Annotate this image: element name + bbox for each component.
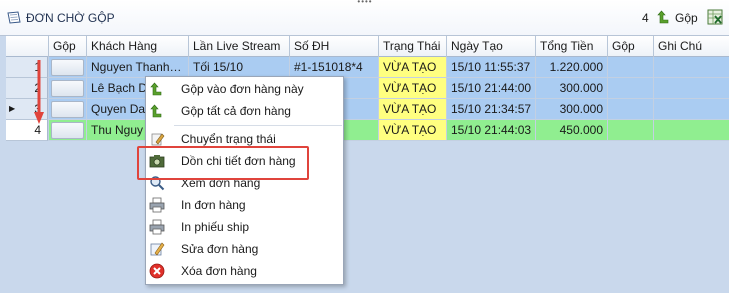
gop-checkbox[interactable] bbox=[51, 80, 84, 97]
order-count: 4 bbox=[642, 11, 649, 25]
col-header-status[interactable]: Trạng Thái bbox=[378, 36, 446, 57]
menu-item-label: Gộp vào đơn hàng này bbox=[181, 82, 304, 96]
table-row[interactable]: 2 Lê Bạch D 8*3 VỪA TẠO 15/10 21:44:00 3… bbox=[6, 78, 729, 99]
table-row[interactable]: ▶ 3 Quyen Da 8*6 VỪA TẠO 15/10 21:34:57 … bbox=[6, 99, 729, 120]
cell-gop-2 bbox=[607, 78, 653, 99]
cell-note bbox=[653, 78, 729, 99]
cell-date: 15/10 11:55:37 bbox=[446, 57, 535, 78]
table-row[interactable]: 4 Thu Nguy 8*12 VỪA TẠO 15/10 21:44:03 4… bbox=[6, 120, 729, 141]
grid-header: Gộp Khách Hàng Lần Live Stream Số ĐH Trạ… bbox=[6, 36, 729, 57]
context-menu: Gộp vào đơn hàng này Gộp tất cả đơn hàng… bbox=[145, 76, 344, 285]
cell-gop[interactable] bbox=[48, 78, 86, 99]
menu-item-label: Gộp tất cả đơn hàng bbox=[181, 104, 291, 118]
panel-title: ĐƠN CHỜ GỘP bbox=[26, 11, 115, 25]
edit-icon bbox=[150, 242, 165, 256]
cell-total: 450.000 bbox=[535, 120, 607, 141]
col-header-customer[interactable]: Khách Hàng bbox=[86, 36, 188, 57]
delete-icon bbox=[149, 263, 165, 279]
cell-note bbox=[653, 99, 729, 120]
cell-order-no: #1-151018*4 bbox=[289, 57, 378, 78]
menu-item-merge-all[interactable]: Gộp tất cả đơn hàng bbox=[146, 100, 343, 122]
col-header-live[interactable]: Lần Live Stream bbox=[188, 36, 289, 57]
menu-item-label: In đơn hàng bbox=[181, 198, 246, 212]
cell-gop[interactable] bbox=[48, 57, 86, 78]
current-row-indicator-icon: ▶ bbox=[9, 104, 16, 113]
menu-item-merge-into[interactable]: Gộp vào đơn hàng này bbox=[146, 78, 343, 100]
splitter-grip[interactable]: •••• bbox=[355, 0, 375, 6]
cell-gop-2 bbox=[607, 57, 653, 78]
cell-status: VỪA TẠO bbox=[378, 57, 446, 78]
orders-grid: Gộp Khách Hàng Lần Live Stream Số ĐH Trạ… bbox=[6, 36, 729, 293]
menu-item-label: In phiếu ship bbox=[181, 220, 250, 234]
panel-header: •••• ĐƠN CHỜ GỘP 4 Gộp bbox=[0, 0, 729, 36]
gop-checkbox[interactable] bbox=[51, 59, 84, 76]
cell-note bbox=[653, 120, 729, 141]
cell-status: VỪA TẠO bbox=[378, 120, 446, 141]
menu-item-label: Xóa đơn hàng bbox=[181, 264, 257, 278]
menu-item-delete-order[interactable]: Xóa đơn hàng bbox=[146, 260, 343, 282]
highlight-annotation bbox=[137, 146, 309, 180]
cell-total: 1.220.000 bbox=[535, 57, 607, 78]
cell-gop-2 bbox=[607, 99, 653, 120]
cell-total: 300.000 bbox=[535, 99, 607, 120]
printer-icon bbox=[149, 219, 165, 235]
cell-gop[interactable] bbox=[48, 99, 86, 120]
drag-arrow-annotation bbox=[34, 60, 44, 124]
col-header-gop-2[interactable]: Gộp bbox=[607, 36, 653, 57]
cell-live: Tối 15/10 bbox=[188, 57, 289, 78]
menu-item-label: Sửa đơn hàng bbox=[181, 242, 259, 256]
gop-checkbox[interactable] bbox=[51, 101, 84, 118]
col-header-total[interactable]: Tổng Tiền bbox=[535, 36, 607, 57]
menu-item-edit-order[interactable]: Sửa đơn hàng bbox=[146, 238, 343, 260]
col-header-note[interactable]: Ghi Chú bbox=[653, 36, 729, 57]
menu-separator bbox=[174, 125, 342, 126]
document-icon bbox=[7, 11, 21, 24]
cell-gop-2 bbox=[607, 120, 653, 141]
cell-customer: Nguyen Thanh… bbox=[86, 57, 188, 78]
cell-date: 15/10 21:44:03 bbox=[446, 120, 535, 141]
gop-checkbox[interactable] bbox=[51, 122, 84, 139]
merge-arrow-icon bbox=[150, 82, 162, 96]
excel-export-icon[interactable] bbox=[706, 8, 724, 26]
menu-item-print-ship[interactable]: In phiếu ship bbox=[146, 216, 343, 238]
table-row[interactable]: 1 Nguyen Thanh… Tối 15/10 #1-151018*4 VỪ… bbox=[6, 57, 729, 78]
merge-arrow-icon[interactable] bbox=[656, 9, 672, 25]
cell-status: VỪA TẠO bbox=[378, 99, 446, 120]
cell-note bbox=[653, 57, 729, 78]
merge-button[interactable]: Gộp bbox=[675, 11, 698, 25]
printer-icon bbox=[149, 197, 165, 213]
cell-gop[interactable] bbox=[48, 120, 86, 141]
cell-date: 15/10 21:44:00 bbox=[446, 78, 535, 99]
col-header-gop[interactable]: Gộp bbox=[48, 36, 86, 57]
cell-status: VỪA TẠO bbox=[378, 78, 446, 99]
merge-arrow-icon bbox=[150, 104, 162, 118]
clipboard-pencil-icon bbox=[151, 133, 165, 146]
col-header-date[interactable]: Ngày Tạo bbox=[446, 36, 535, 57]
menu-item-print-order[interactable]: In đơn hàng bbox=[146, 194, 343, 216]
cell-date: 15/10 21:34:57 bbox=[446, 99, 535, 120]
cell-total: 300.000 bbox=[535, 78, 607, 99]
col-header-order-no[interactable]: Số ĐH bbox=[289, 36, 378, 57]
